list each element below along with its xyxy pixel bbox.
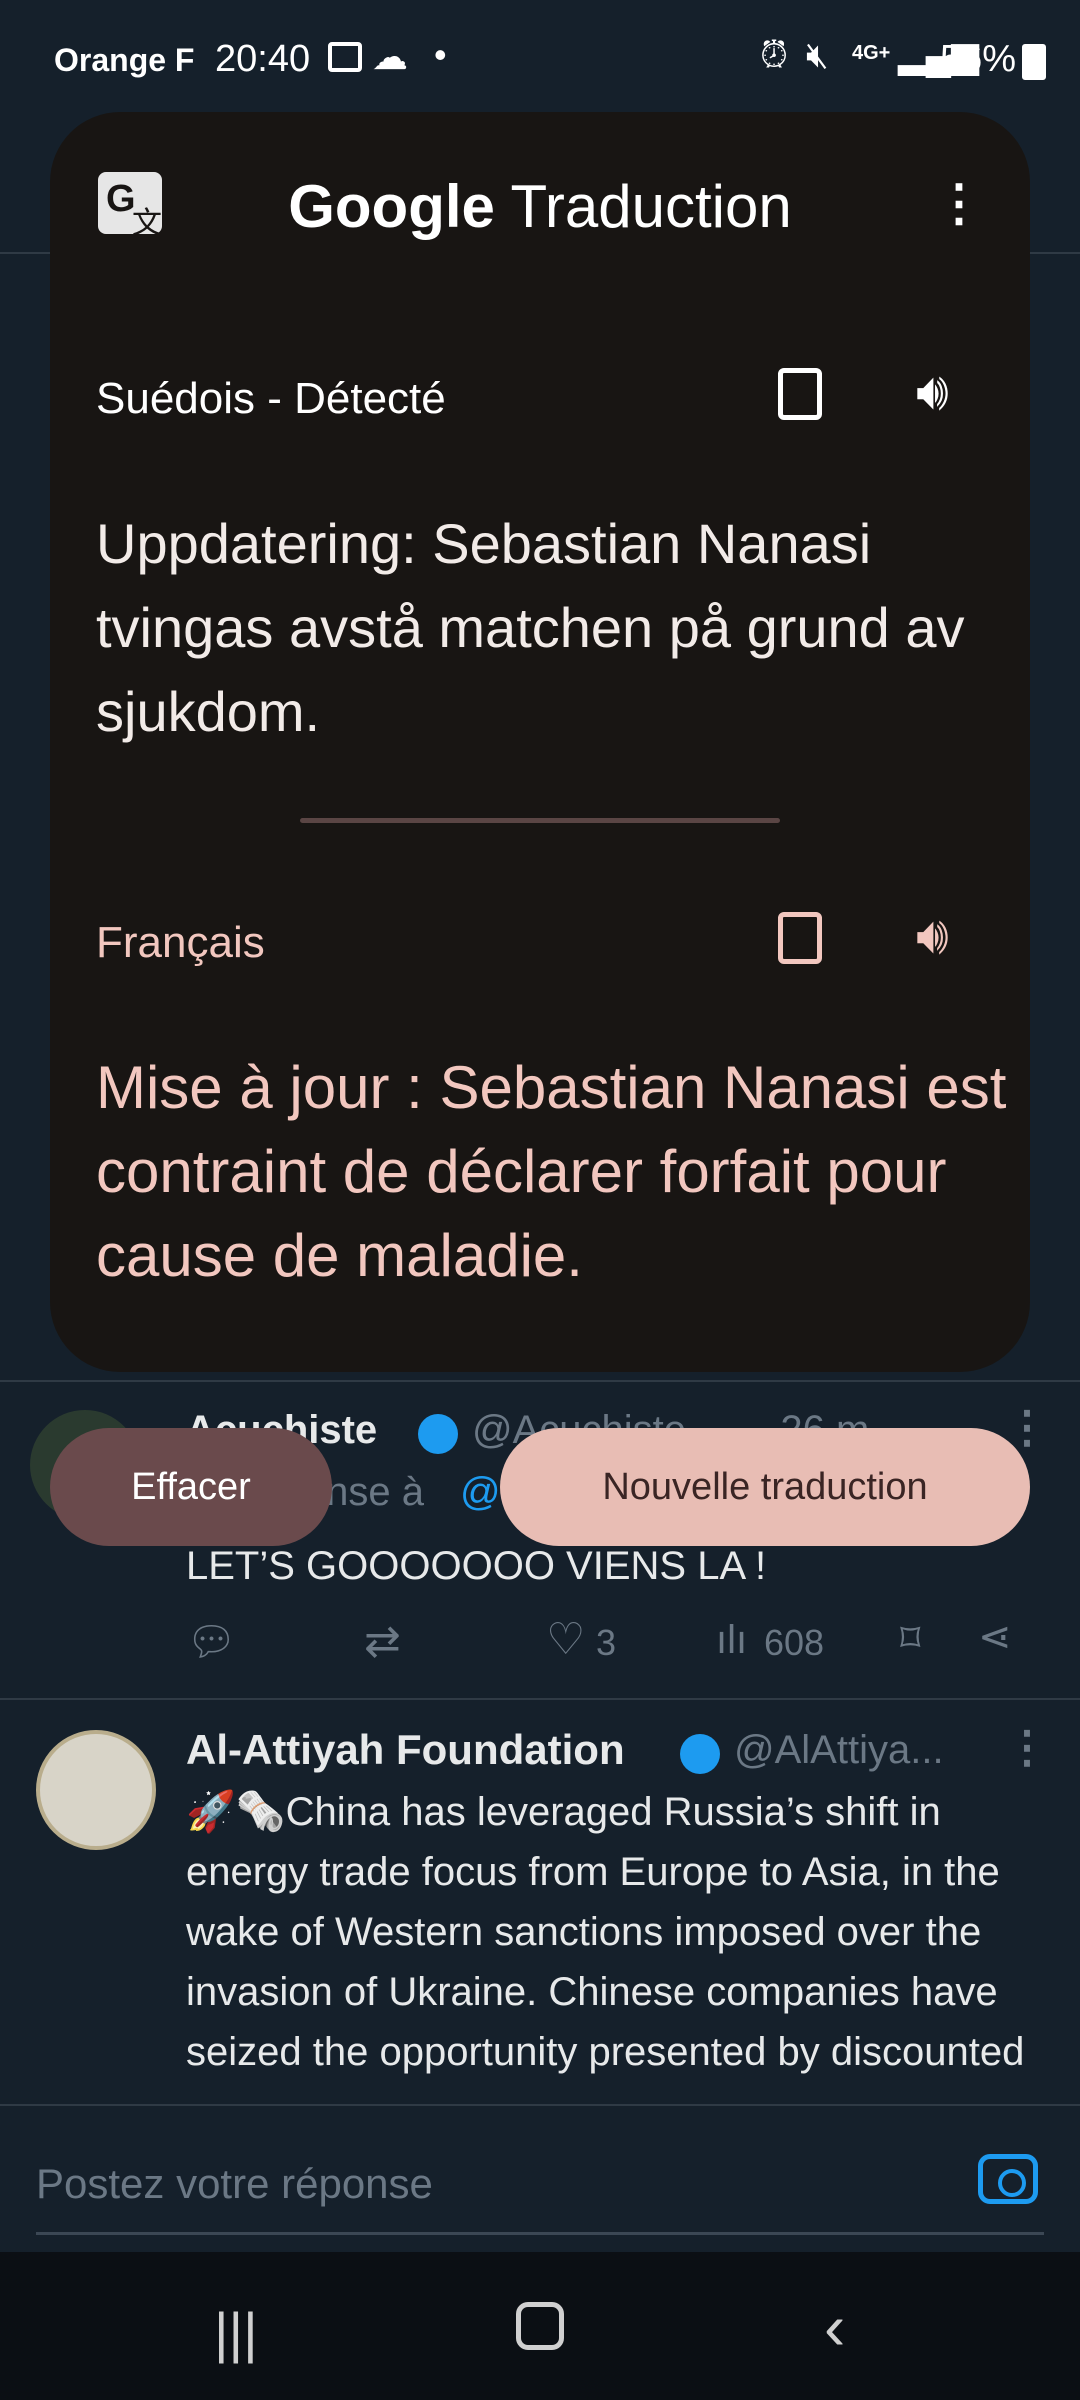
tweet-text: 🚀🗞️China has leveraged Russia’s shift in… [186, 1790, 1025, 2074]
like-icon[interactable]: ♡ [546, 1614, 585, 1665]
bookmark-icon[interactable]: ⌑ [900, 1616, 921, 1662]
reply-icon[interactable]: 💬︎ [186, 1618, 237, 1665]
app-title-brand: Google [288, 173, 495, 240]
divider [0, 1698, 1080, 1700]
verified-badge-icon [418, 1414, 458, 1454]
speak-translation-icon[interactable]: 🔊︎ [916, 906, 949, 967]
views-count: 608 [764, 1622, 825, 1663]
retweet-icon[interactable]: ⇄ [364, 1616, 401, 1667]
translation-text: Mise à jour : Sebastian Nanasi est contr… [96, 1054, 1007, 1289]
clear-button[interactable]: Effacer [50, 1428, 332, 1546]
views-icon[interactable]: ılı [716, 1618, 747, 1663]
divider [0, 1380, 1080, 1382]
status-bar: Orange F 20:40 ☁ • ⏰︎ 🔇︎ 4G+ ▂▄▆ 56% [0, 0, 1080, 120]
carrier-label: Orange F [54, 42, 195, 78]
source-text: Uppdatering: Sebastian Nanasi tvingas av… [96, 512, 965, 743]
battery-icon [1022, 44, 1046, 80]
reply-input[interactable]: Postez votre réponse [36, 2160, 433, 2208]
app-title: Google Traduction [50, 172, 1030, 241]
share-icon[interactable]: ⋖ [978, 1614, 1012, 1660]
verified-badge-icon [680, 1734, 720, 1774]
home-icon[interactable] [516, 2302, 564, 2350]
reply-to-handle[interactable]: @ [460, 1462, 501, 1522]
image-notification-icon [328, 42, 362, 72]
mute-icon: 🔇︎ [806, 34, 829, 75]
source-language: Suédois - Détecté [96, 374, 446, 423]
cloud-icon: ☁ [372, 36, 408, 77]
back-icon[interactable]: ‹ [824, 2290, 845, 2364]
app-title-word: Traduction [510, 173, 792, 240]
avatar[interactable] [36, 1730, 156, 1850]
copy-translation-icon[interactable] [778, 912, 822, 964]
translate-card: G 文 Google Traduction ⋮ Suédois - Détect… [50, 112, 1030, 1372]
more-menu-icon[interactable]: ⋮ [934, 174, 984, 232]
section-divider [300, 818, 780, 823]
dot-icon: • [434, 34, 447, 75]
alarm-icon: ⏰︎ [760, 34, 789, 75]
target-language: Français [96, 918, 265, 967]
new-translation-button[interactable]: Nouvelle traduction [500, 1428, 1030, 1546]
like-count: 3 [596, 1622, 617, 1663]
tweet-handle[interactable]: @AlAttiya... [734, 1720, 944, 1780]
clock: 20:40 [215, 38, 311, 80]
more-options-icon[interactable]: ⋮ [1005, 1722, 1049, 1773]
copy-source-icon[interactable] [778, 368, 822, 420]
reply-underline [36, 2232, 1044, 2235]
recents-icon[interactable]: ||| [214, 2300, 258, 2365]
speak-source-icon[interactable]: 🔊︎ [916, 362, 949, 423]
navigation-bar: ||| ‹ [0, 2252, 1080, 2400]
battery-level: 56% [940, 38, 1017, 80]
tweet-author[interactable]: Al-Attiyah Foundation [186, 1720, 625, 1780]
network-type: 4G+ [852, 42, 891, 64]
camera-icon[interactable] [978, 2154, 1038, 2204]
